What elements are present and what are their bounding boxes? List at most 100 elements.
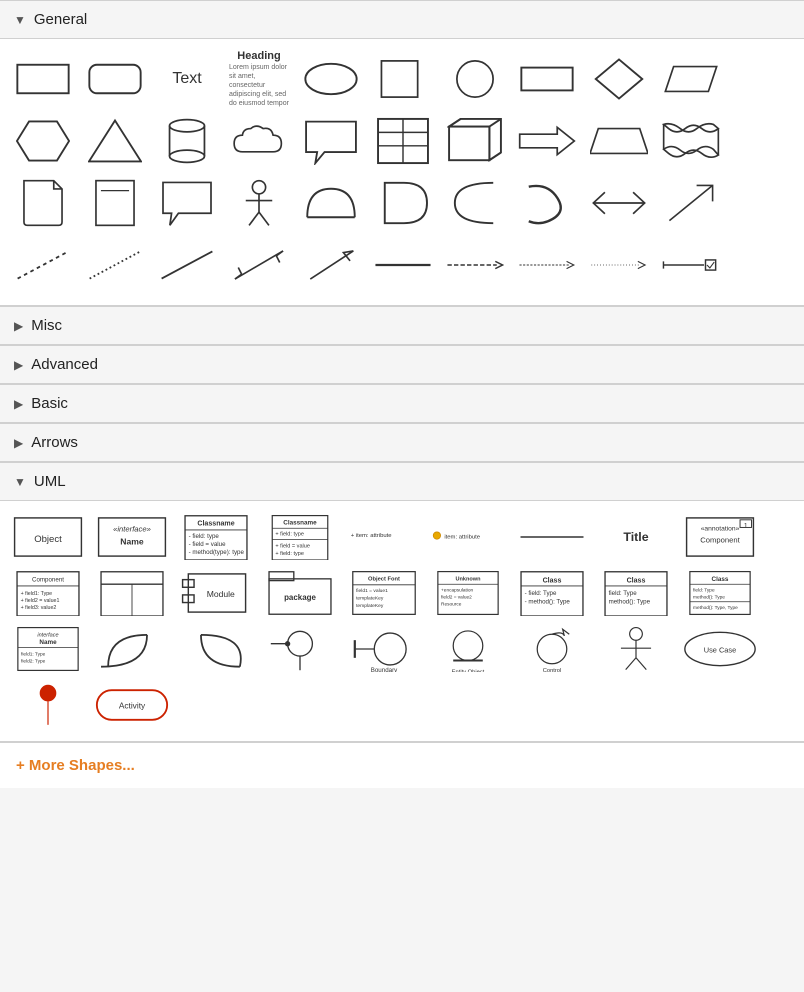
svg-text:Resource: Resource xyxy=(441,602,462,608)
uml-use-case[interactable]: Use Case xyxy=(680,623,760,675)
section-label-basic: Basic xyxy=(31,395,68,412)
svg-text:package: package xyxy=(284,593,316,602)
svg-text:field1 = value1: field1 = value1 xyxy=(356,588,388,594)
shape-diamond[interactable] xyxy=(584,49,654,109)
shape-arrow-right[interactable] xyxy=(512,111,582,171)
svg-text:field2 = value2: field2 = value2 xyxy=(441,595,472,601)
section-header-misc[interactable]: ▶ Misc xyxy=(0,306,804,345)
svg-text:field: Type: field: Type xyxy=(609,590,638,597)
uml-actor-right-arc[interactable] xyxy=(176,623,256,675)
shape-document[interactable] xyxy=(8,173,78,233)
uml-class-full[interactable]: Classname - field: type - field = value … xyxy=(176,511,256,563)
shape-rectangle-horizontal[interactable] xyxy=(512,49,582,109)
uml-instance[interactable]: + item: attribute xyxy=(344,511,424,563)
uml-module[interactable]: Module xyxy=(176,567,256,619)
uml-initial-state[interactable] xyxy=(8,679,88,731)
shape-connector-dashed-arrow[interactable] xyxy=(512,235,582,295)
uml-class-type[interactable]: Class field: Type method(): Type xyxy=(596,567,676,619)
shape-arrow-up-right[interactable] xyxy=(296,235,366,295)
section-header-general[interactable]: ▼ General xyxy=(0,0,804,39)
uml-actor[interactable] xyxy=(596,623,676,675)
shape-connector-checkbox-arrow[interactable] xyxy=(656,235,726,295)
shape-c-shape[interactable] xyxy=(440,173,510,233)
svg-text:Object: Object xyxy=(34,534,62,545)
general-shapes-grid: Text Heading Lorem ipsum dolor sit amet,… xyxy=(8,49,796,295)
svg-text:Name: Name xyxy=(39,639,57,646)
uml-component-diagram[interactable]: Component + field1: Type + field2 = valu… xyxy=(8,567,88,619)
shape-dashed-line-2[interactable] xyxy=(80,235,150,295)
uml-instance-dot[interactable]: item: attribute xyxy=(428,511,508,563)
uml-object-detail[interactable]: Object Font field1 = value1 templateKey … xyxy=(344,567,424,619)
svg-text:- method(): Type: - method(): Type xyxy=(525,599,571,606)
shape-wave[interactable] xyxy=(656,111,726,171)
svg-text:method(): Type: method(): Type xyxy=(693,595,725,601)
shape-rectangle-small[interactable] xyxy=(8,49,78,109)
shape-cloud[interactable] xyxy=(224,111,294,171)
shape-square[interactable] xyxy=(368,49,438,109)
shape-connector-straight[interactable] xyxy=(368,235,438,295)
svg-text:+ field3: value2: + field3: value2 xyxy=(21,605,57,611)
shape-table[interactable] xyxy=(368,111,438,171)
shape-triangle[interactable] xyxy=(80,111,150,171)
svg-text:field1: Type: field1: Type xyxy=(21,651,46,657)
svg-text:«annotation»: «annotation» xyxy=(701,525,740,532)
shape-rectangle-rounded[interactable] xyxy=(80,49,150,109)
svg-text:«interface»: «interface» xyxy=(113,524,151,533)
svg-text:item: attribute: item: attribute xyxy=(444,534,480,540)
text-label: Text xyxy=(172,70,201,88)
uml-boundary-object[interactable]: Boundary Object xyxy=(344,623,424,675)
uml-interface[interactable]: «interface» Name xyxy=(92,511,172,563)
shape-circle[interactable] xyxy=(440,49,510,109)
shape-trapezoid[interactable] xyxy=(584,111,654,171)
section-header-basic[interactable]: ▶ Basic xyxy=(0,384,804,423)
uml-package[interactable]: package xyxy=(260,567,340,619)
shape-d-shape[interactable] xyxy=(368,173,438,233)
shape-person[interactable] xyxy=(224,173,294,233)
shape-double-arrow[interactable] xyxy=(584,173,654,233)
shape-parallelogram[interactable] xyxy=(656,49,726,109)
shape-line-arrow-both[interactable] xyxy=(224,235,294,295)
shape-callout[interactable] xyxy=(296,111,366,171)
shape-line-diagonal[interactable] xyxy=(152,235,222,295)
shape-speech-bubble[interactable] xyxy=(152,173,222,233)
uml-unknown-detail[interactable]: Unknown +encapsulation field2 = value2 R… xyxy=(428,567,508,619)
shape-s-curve[interactable] xyxy=(512,173,582,233)
section-label-arrows: Arrows xyxy=(31,434,78,451)
shape-text[interactable]: Text xyxy=(152,49,222,109)
uml-control-object[interactable]: Control Object xyxy=(512,623,592,675)
shape-document-alt[interactable] xyxy=(80,173,150,233)
shape-ellipse[interactable] xyxy=(296,49,366,109)
uml-component-box[interactable]: «annotation» Component 1 xyxy=(680,511,760,563)
shape-connector-arrow[interactable] xyxy=(440,235,510,295)
uml-actor-left-arc[interactable] xyxy=(92,623,172,675)
section-header-arrows[interactable]: ▶ Arrows xyxy=(0,423,804,462)
uml-title[interactable]: Title xyxy=(596,511,676,563)
chevron-advanced: ▶ xyxy=(14,358,23,372)
section-header-advanced[interactable]: ▶ Advanced xyxy=(0,345,804,384)
svg-text:Entity Object: Entity Object xyxy=(452,670,485,672)
uml-class-simple[interactable]: Class - field: Type - method(): Type xyxy=(512,567,592,619)
uml-entity-object[interactable]: Entity Object xyxy=(428,623,508,675)
svg-text:- field = value: - field = value xyxy=(189,541,227,548)
uml-class-extended[interactable]: Class field: Type method(): Type method(… xyxy=(680,567,760,619)
shape-heading[interactable]: Heading Lorem ipsum dolor sit amet, cons… xyxy=(224,49,294,109)
uml-interface-lollipop[interactable] xyxy=(260,623,340,675)
uml-line[interactable] xyxy=(512,511,592,563)
shape-connector-dotted-arrow[interactable] xyxy=(584,235,654,295)
svg-text:+encapsulation: +encapsulation xyxy=(441,587,473,593)
shape-hexagon[interactable] xyxy=(8,111,78,171)
shape-3d-box[interactable] xyxy=(440,111,510,171)
more-shapes-button[interactable]: + More Shapes... xyxy=(0,742,804,788)
section-header-uml[interactable]: ▼ UML xyxy=(0,462,804,501)
shape-half-circle[interactable] xyxy=(296,173,366,233)
uml-object[interactable]: Object xyxy=(8,511,88,563)
heading-shape-content: Heading Lorem ipsum dolor sit amet, cons… xyxy=(229,50,289,109)
shape-diagonal-arrow[interactable] xyxy=(656,173,726,233)
svg-text:templateKey: templateKey xyxy=(356,596,384,602)
shape-cylinder[interactable] xyxy=(152,111,222,171)
uml-activity[interactable]: Activity xyxy=(92,679,172,731)
uml-class-detail[interactable]: Classname + field: type + field = value … xyxy=(260,511,340,563)
shape-dashed-line-1[interactable] xyxy=(8,235,78,295)
uml-interface-extended[interactable]: interface Name field1: Type field2: Type xyxy=(8,623,88,675)
uml-swimlane[interactable] xyxy=(92,567,172,619)
